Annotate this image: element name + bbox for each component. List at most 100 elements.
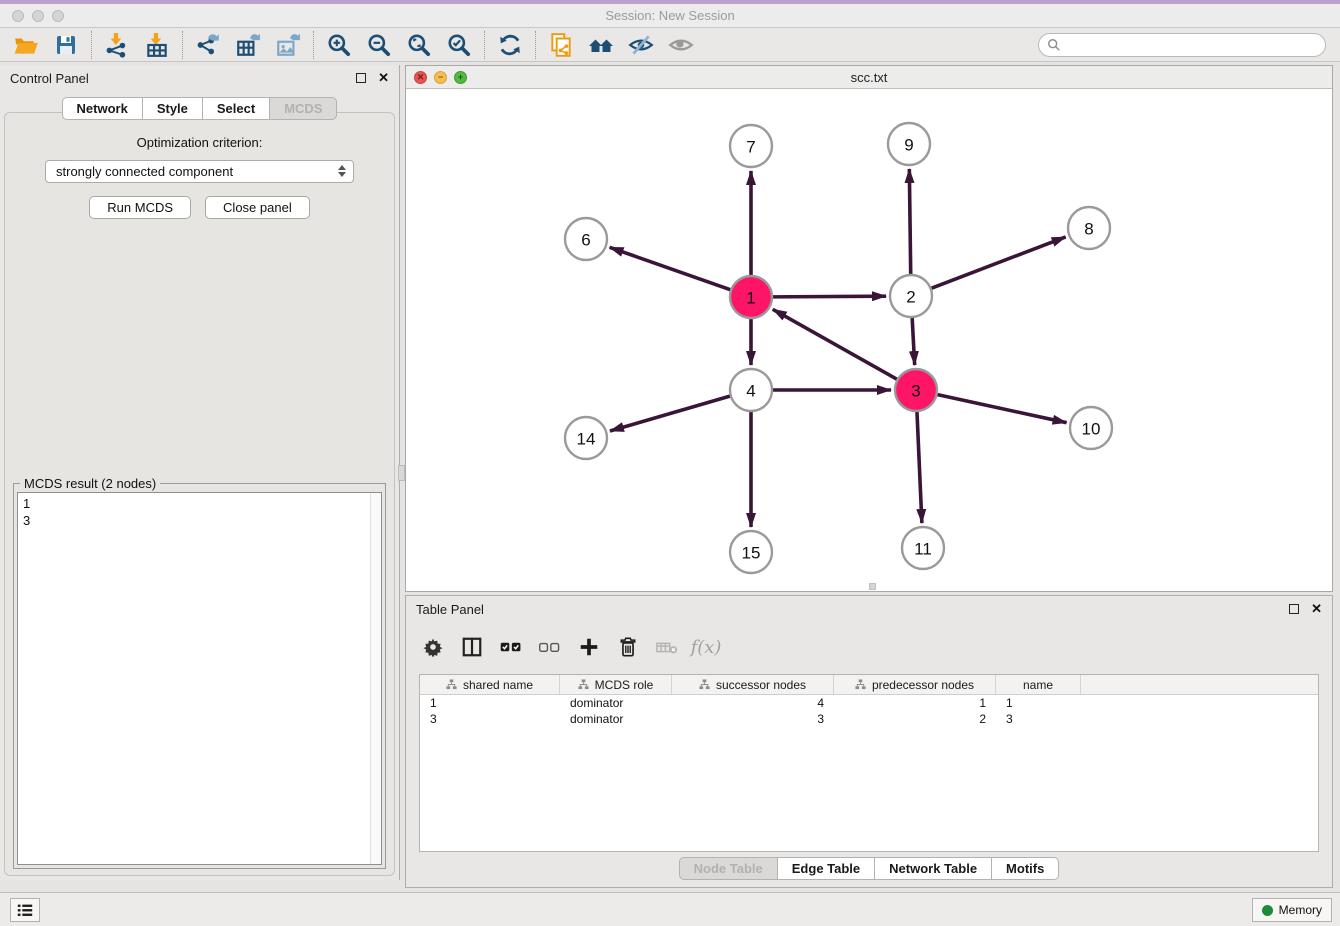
edge-3-1[interactable] (773, 309, 897, 379)
float-table-panel-icon[interactable] (1289, 604, 1299, 614)
save-session-button[interactable] (46, 30, 86, 60)
cell[interactable]: 1 (996, 695, 1081, 711)
panel-splitter-handle[interactable] (398, 465, 405, 481)
task-history-button[interactable] (10, 898, 40, 922)
memory-label: Memory (1279, 903, 1322, 917)
run-mcds-button[interactable]: Run MCDS (89, 196, 191, 219)
delete-table-button[interactable] (652, 632, 682, 662)
table-toolbar: f(x) (418, 630, 1332, 664)
edge-2-8[interactable] (932, 237, 1066, 288)
network-title: scc.txt (406, 70, 1332, 85)
cell[interactable]: dominator (560, 711, 672, 727)
delete-column-button[interactable] (613, 632, 643, 662)
toolbar-separator (182, 31, 183, 59)
canvas-resize-handle[interactable] (869, 583, 876, 590)
column-header-MCDS-role[interactable]: MCDS role (560, 675, 672, 694)
status-bar: Memory (0, 892, 1340, 926)
deselect-all-rows-button[interactable] (535, 632, 565, 662)
search-input[interactable] (1067, 38, 1317, 52)
delete-table-icon (655, 636, 679, 658)
select-all-rows-button[interactable] (496, 632, 526, 662)
zoom-in-button[interactable] (319, 30, 359, 60)
search-field[interactable] (1038, 33, 1326, 57)
edge-2-3[interactable] (912, 318, 915, 365)
column-label: shared name (463, 678, 533, 692)
edge-1-6[interactable] (610, 247, 731, 289)
table-row[interactable]: 3dominator323 (420, 711, 1318, 727)
import-network-icon (104, 32, 130, 58)
column-label: MCDS role (595, 678, 654, 692)
import-table-button[interactable] (137, 30, 177, 60)
refresh-button[interactable] (490, 30, 530, 60)
cell[interactable]: 3 (996, 711, 1081, 727)
memory-button[interactable]: Memory (1252, 898, 1332, 922)
mcds-result-group: MCDS result (2 nodes) 1 3 (13, 483, 386, 869)
float-panel-icon[interactable] (356, 73, 366, 83)
show-all-button[interactable] (661, 30, 701, 60)
zoom-selected-button[interactable] (439, 30, 479, 60)
zoom-out-button[interactable] (359, 30, 399, 60)
new-network-from-selection-button[interactable] (541, 30, 581, 60)
cell[interactable]: 2 (834, 711, 996, 727)
search-icon (1047, 38, 1061, 52)
tab-mcds[interactable]: MCDS (269, 97, 337, 120)
export-network-icon (195, 32, 221, 58)
create-column-button[interactable] (574, 632, 604, 662)
cell[interactable]: 1 (420, 695, 560, 711)
network-window-titlebar[interactable]: ✕ − + scc.txt (406, 66, 1332, 89)
tab-motifs[interactable]: Motifs (991, 857, 1059, 880)
tab-network[interactable]: Network (62, 97, 142, 120)
edge-3-10[interactable] (937, 395, 1066, 423)
tab-node-table[interactable]: Node Table (679, 857, 777, 880)
cell[interactable]: 3 (420, 711, 560, 727)
close-table-panel-icon[interactable]: ✕ (1311, 601, 1322, 617)
edge-4-14[interactable] (610, 396, 730, 431)
zoom-in-icon (326, 32, 352, 58)
control-panel-title: Control Panel (10, 71, 356, 86)
cell[interactable]: dominator (560, 695, 672, 711)
column-header-predecessor-nodes[interactable]: predecessor nodes (834, 675, 996, 694)
zoom-fit-button[interactable] (399, 30, 439, 60)
tab-select[interactable]: Select (202, 97, 269, 120)
tab-style[interactable]: Style (142, 97, 202, 120)
show-column-panel-button[interactable] (457, 632, 487, 662)
refresh-icon (497, 32, 523, 58)
function-builder-button[interactable]: f(x) (691, 632, 721, 662)
criterion-dropdown[interactable]: strongly connected component (45, 160, 354, 183)
cell[interactable]: 4 (672, 695, 834, 711)
gear-icon (423, 637, 443, 657)
toolbar-separator (91, 31, 92, 59)
table-header-row: shared name MCDS role successor nodesprede… (420, 675, 1318, 695)
column-header-name[interactable]: name (996, 675, 1081, 694)
export-image-button[interactable] (268, 30, 308, 60)
network-canvas[interactable]: 7968124314101511 (406, 89, 1332, 591)
open-session-button[interactable] (6, 30, 46, 60)
export-network-button[interactable] (188, 30, 228, 60)
tab-edge-table[interactable]: Edge Table (777, 857, 874, 880)
tab-network-table[interactable]: Network Table (874, 857, 991, 880)
column-header-shared-name[interactable]: shared name (420, 675, 560, 694)
node-label-14: 14 (577, 430, 596, 449)
memory-status-icon (1262, 905, 1273, 916)
column-header-successor-nodes[interactable]: successor nodes (672, 675, 834, 694)
close-panel-button[interactable]: Close panel (205, 196, 310, 219)
export-table-button[interactable] (228, 30, 268, 60)
import-network-button[interactable] (97, 30, 137, 60)
edge-3-11[interactable] (917, 412, 922, 523)
result-scrollbar[interactable] (370, 493, 381, 864)
export-image-icon (275, 32, 301, 58)
edge-2-9[interactable] (909, 169, 910, 274)
mcds-result-title: MCDS result (2 nodes) (20, 476, 160, 491)
edge-1-2[interactable] (773, 296, 886, 297)
node-label-2: 2 (906, 288, 915, 307)
hide-selected-button[interactable] (621, 30, 661, 60)
cell[interactable]: 1 (834, 695, 996, 711)
table-settings-button[interactable] (418, 632, 448, 662)
table-row[interactable]: 1dominator411 (420, 695, 1318, 711)
cell[interactable]: 3 (672, 711, 834, 727)
graph[interactable]: 7968124314101511 (406, 89, 1332, 591)
close-panel-icon[interactable]: ✕ (378, 70, 389, 86)
first-neighbors-button[interactable] (581, 30, 621, 60)
mcds-result-text[interactable]: 1 3 (17, 492, 382, 865)
node-label-15: 15 (742, 544, 761, 563)
